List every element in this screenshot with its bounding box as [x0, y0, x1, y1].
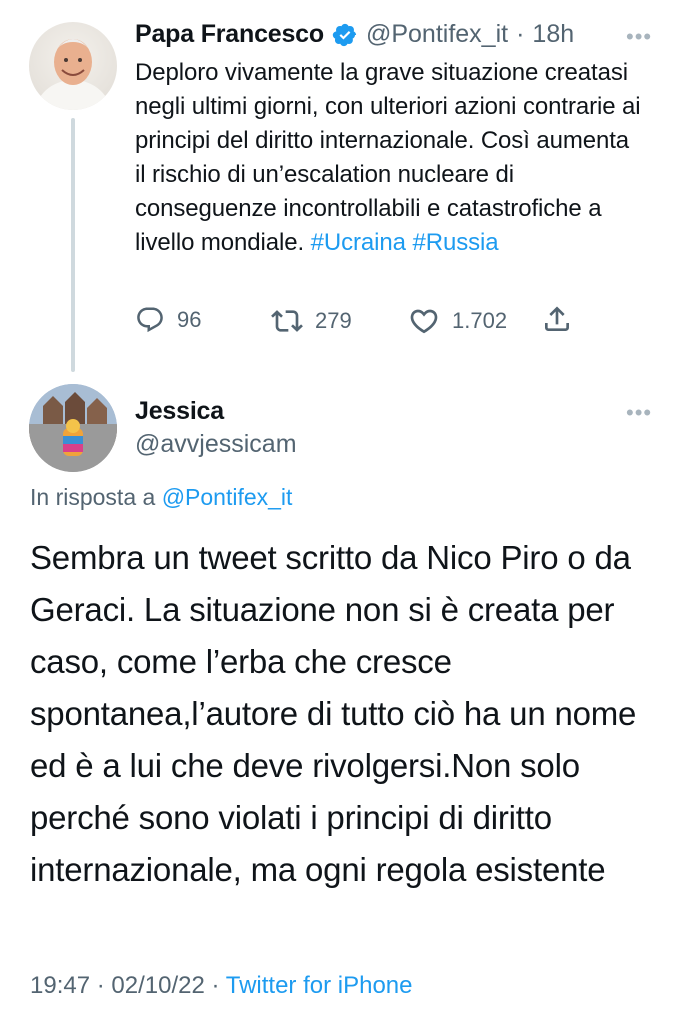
- like-heart-icon: [410, 309, 438, 334]
- in-reply-label: In risposta a: [30, 484, 156, 510]
- share-action[interactable]: [541, 303, 573, 335]
- tweet-text: Deploro vivamente la grave situazione cr…: [135, 56, 645, 260]
- meta-separator: ·: [211, 972, 220, 999]
- profile-photo-icon: [29, 384, 117, 472]
- in-reply-to: In risposta a @Pontifex_it: [30, 484, 292, 511]
- tweet-meta: 19:47 · 02/10/22 · Twitter for iPhone: [30, 972, 412, 1000]
- author-name[interactable]: Papa Francesco: [135, 20, 324, 49]
- more-options-icon[interactable]: •••: [626, 26, 652, 48]
- avatar-jessica[interactable]: [29, 384, 117, 472]
- tweet-timestamp[interactable]: 19:47: [30, 972, 90, 999]
- retweet-icon: [271, 310, 303, 332]
- reply-more-options-icon[interactable]: •••: [626, 402, 652, 424]
- tweet-date[interactable]: 02/10/22: [111, 972, 204, 999]
- reply-count: 96: [177, 307, 202, 332]
- meta-separator: ·: [96, 972, 105, 999]
- share-icon: [545, 306, 569, 331]
- reply-author-handle[interactable]: @avvjessicam: [135, 430, 297, 459]
- pope-portrait-icon: [35, 39, 111, 110]
- thread-connector-line: [71, 118, 75, 372]
- hashtag-russia[interactable]: #Russia: [412, 229, 498, 256]
- retweet-count: 279: [315, 308, 352, 333]
- tweet-time[interactable]: 18h: [532, 20, 574, 49]
- hashtag-ucraina[interactable]: #Ucraina: [311, 229, 406, 256]
- verified-badge-icon: [332, 22, 358, 48]
- author-handle[interactable]: @Pontifex_it: [366, 20, 508, 49]
- avatar-papa-francesco[interactable]: [29, 22, 117, 110]
- reply-author-name[interactable]: Jessica: [135, 397, 224, 426]
- like-action[interactable]: 1.702: [408, 305, 507, 337]
- reply-icon: [137, 307, 163, 333]
- like-count: 1.702: [452, 308, 508, 333]
- reply-action[interactable]: 96: [135, 305, 201, 335]
- tweet-body: Deploro vivamente la grave situazione cr…: [135, 59, 641, 256]
- tweet-source-link[interactable]: Twitter for iPhone: [226, 972, 413, 999]
- in-reply-mention[interactable]: @Pontifex_it: [162, 484, 293, 510]
- separator-dot: ·: [516, 20, 525, 48]
- reply-tweet-text: Sembra un tweet scritto da Nico Piro o d…: [30, 539, 637, 888]
- retweet-action[interactable]: 279: [271, 305, 352, 337]
